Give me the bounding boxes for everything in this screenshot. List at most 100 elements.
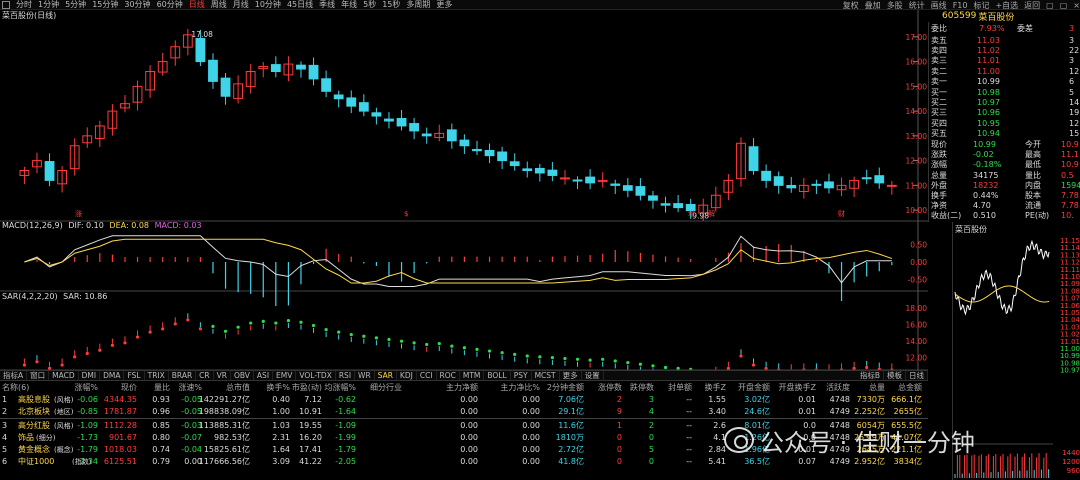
column-header[interactable]: 主力净比%: [500, 382, 540, 394]
toolbar-btn-6[interactable]: 标记: [973, 0, 989, 10]
tab-24[interactable]: 更多: [560, 371, 582, 380]
period-5[interactable]: 60分钟: [157, 0, 183, 9]
tab-1[interactable]: 窗口: [27, 371, 50, 380]
row-name[interactable]: 中证1000: [18, 456, 54, 468]
row-name[interactable]: 饰品: [18, 432, 34, 444]
column-header[interactable]: 封单额: [668, 382, 692, 394]
row-name[interactable]: 高分红股: [18, 420, 50, 432]
tab-right-0[interactable]: 指标B: [857, 371, 884, 380]
column-header[interactable]: 涨幅%: [74, 382, 98, 394]
row-name[interactable]: 黄金概念: [18, 444, 50, 456]
cell: 1.03: [272, 421, 290, 430]
period-12[interactable]: 年线: [341, 0, 357, 9]
tab-18[interactable]: CCI: [417, 371, 437, 380]
period-2[interactable]: 5分钟: [65, 0, 86, 9]
period-4[interactable]: 30分钟: [124, 0, 150, 9]
column-header[interactable]: 量比: [154, 382, 170, 394]
period-11[interactable]: 季线: [319, 0, 335, 9]
toolbar-btn-1[interactable]: 叠加: [865, 0, 881, 10]
tab-17[interactable]: KDJ: [397, 371, 417, 380]
table-row[interactable]: 2 北京板块 (地区) -0.85 1781.87 0.96 -0.05 198838.09亿…: [0, 406, 928, 418]
tab-0[interactable]: 指标A: [0, 371, 28, 380]
column-header[interactable]: 主力净额: [446, 382, 478, 394]
column-header[interactable]: 跌停数: [630, 382, 654, 394]
restore-icon[interactable]: ▢: [1060, 1, 1068, 10]
column-header[interactable]: 换手%: [266, 382, 290, 394]
period-16[interactable]: 更多: [436, 0, 452, 9]
tab-right-1[interactable]: 模板: [884, 371, 906, 380]
period-15[interactable]: 多周期: [406, 0, 430, 9]
event-mark[interactable]: 财: [838, 209, 845, 218]
sar-dot: [663, 365, 668, 370]
toolbar-btn-7[interactable]: +自选: [995, 0, 1018, 10]
column-header[interactable]: 活跃度: [826, 382, 850, 394]
cell: 0: [616, 433, 622, 442]
tab-12[interactable]: EMV: [273, 371, 297, 380]
cell: -0.85: [77, 407, 98, 416]
table-row[interactable]: 1 高股息股 (风格) -0.06 4344.35 0.93 -0.05 142291.27亿…: [0, 394, 928, 406]
column-header[interactable]: 开盘金额: [738, 382, 770, 394]
column-header[interactable]: 均涨幅%: [324, 382, 356, 394]
period-10[interactable]: 45日线: [287, 0, 313, 9]
tab-15[interactable]: WR: [355, 371, 375, 380]
tab-22[interactable]: PSY: [511, 371, 532, 380]
tab-13[interactable]: VOL-TDX: [296, 371, 336, 380]
event-mark[interactable]: $: [404, 210, 408, 218]
column-header[interactable]: 换手Z: [705, 382, 726, 394]
tab-6[interactable]: TRIX: [145, 371, 169, 380]
tab-21[interactable]: BOLL: [484, 371, 511, 380]
period-6[interactable]: 日线: [189, 0, 205, 9]
row-name[interactable]: 北京板块: [18, 406, 50, 418]
event-mark[interactable]: 涨: [75, 209, 82, 218]
toolbar-icon[interactable]: [2, 0, 10, 9]
period-8[interactable]: 月线: [233, 0, 249, 9]
tab-10[interactable]: OBV: [231, 371, 254, 380]
column-header[interactable]: 现价: [121, 382, 137, 394]
tab-25[interactable]: 设置: [582, 371, 604, 380]
tab-5[interactable]: FSL: [124, 371, 145, 380]
tab-4[interactable]: DMA: [100, 371, 125, 380]
period-1[interactable]: 1分钟: [38, 0, 59, 9]
column-header[interactable]: 细分行业: [370, 382, 402, 394]
price-tick-label: 14.00: [906, 107, 928, 116]
period-0[interactable]: 分时: [16, 0, 32, 9]
toolbar-btn-5[interactable]: F10: [953, 1, 968, 10]
tab-20[interactable]: MTM: [460, 371, 485, 380]
tab-3[interactable]: DMI: [79, 371, 101, 380]
row-name[interactable]: 高股息股: [18, 394, 50, 406]
period-13[interactable]: 5秒: [363, 0, 376, 9]
period-9[interactable]: 10分钟: [255, 0, 281, 9]
toolbar-btn-2[interactable]: 多股: [887, 0, 903, 10]
tab-23[interactable]: MCST: [532, 371, 560, 380]
period-3[interactable]: 15分钟: [92, 0, 118, 9]
chart-area[interactable]: 17.00 16.00 15.00 14.00 13.00 12.00 11.00 10.00…: [0, 10, 928, 380]
tab-11[interactable]: ASI: [254, 371, 274, 380]
tab-16[interactable]: SAR: [375, 371, 397, 380]
column-header[interactable]: 2分钟金额: [547, 382, 584, 394]
column-header[interactable]: 总市值: [226, 382, 250, 394]
period-7[interactable]: 周线: [211, 0, 227, 9]
event-mark[interactable]: 解: [708, 209, 715, 218]
toolbar-btn-0[interactable]: 复权: [843, 0, 859, 10]
period-14[interactable]: 15秒: [382, 0, 400, 9]
column-header[interactable]: 开盘换手Z: [779, 382, 816, 394]
toolbar-btn-3[interactable]: 统计: [909, 0, 925, 10]
close-icon[interactable]: ×: [1073, 1, 1080, 10]
event-mark[interactable]: 增: [688, 209, 695, 218]
tab-19[interactable]: ROC: [437, 371, 460, 380]
tab-2[interactable]: MACD: [49, 371, 79, 380]
tab-7[interactable]: BRAR: [169, 371, 197, 380]
column-header[interactable]: 总量: [869, 382, 885, 394]
tab-8[interactable]: CR: [196, 371, 214, 380]
tab-14[interactable]: RSI: [336, 371, 356, 380]
column-header[interactable]: 总金额: [898, 382, 922, 394]
toolbar-btn-8[interactable]: 返回: [1024, 0, 1040, 10]
toolbar-btn-4[interactable]: 画线: [931, 0, 947, 10]
column-header[interactable]: 市盈(动): [292, 382, 322, 394]
column-header[interactable]: 涨速%: [178, 382, 202, 394]
tab-daily[interactable]: 日线: [906, 371, 928, 380]
column-header[interactable]: 名称(6): [2, 382, 29, 394]
minimize-icon[interactable]: ▢: [1046, 1, 1054, 10]
column-header[interactable]: 涨停数: [598, 382, 622, 394]
tab-9[interactable]: VR: [214, 371, 231, 380]
